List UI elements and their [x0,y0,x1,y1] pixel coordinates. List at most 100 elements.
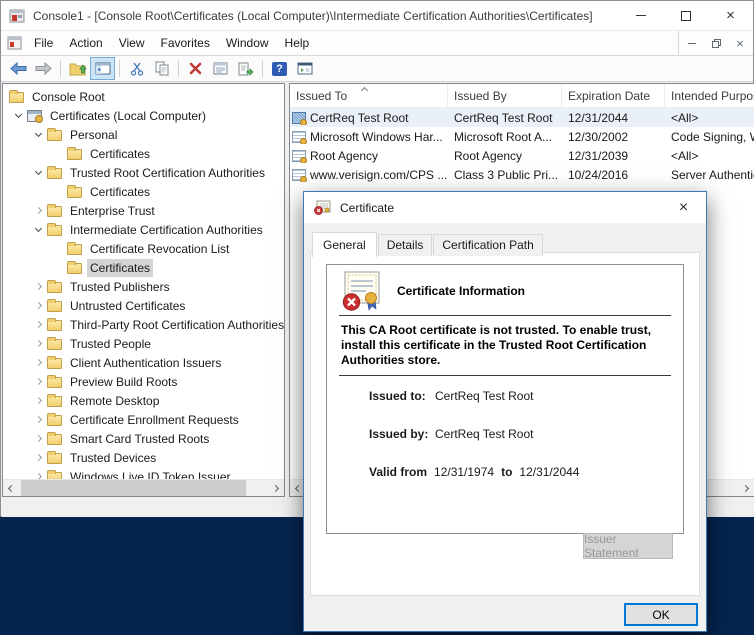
show-hide-console-tree-icon [95,62,111,75]
maximize-button[interactable] [663,1,708,30]
tree-item[interactable]: Certificates [3,258,284,277]
certificate-error-icon [314,200,331,215]
scroll-right-arrow[interactable] [737,480,754,497]
chevron-down-icon[interactable] [29,125,47,144]
child-restore-button[interactable] [709,36,723,50]
tab-general[interactable]: General [312,232,377,257]
chevron-right-icon[interactable] [29,315,47,334]
chevron-right-icon[interactable] [29,334,47,353]
menu-window[interactable]: Window [218,32,277,54]
scroll-thumb[interactable] [21,480,246,496]
chevron-down-icon[interactable] [29,163,47,182]
chevron-right-icon[interactable] [29,372,47,391]
export-list-button[interactable] [233,57,258,80]
expander-spacer [49,144,67,163]
tree-item-label: Trusted Devices [67,449,159,467]
dialog-close-icon: × [679,199,688,217]
up-one-level-button[interactable] [65,57,90,80]
tree-item[interactable]: Client Authentication Issuers [3,353,284,372]
certificate-error-large-icon [339,270,383,312]
tree-item-label: Remote Desktop [67,392,162,410]
forward-button[interactable] [31,57,56,80]
issued-to-cell: Microsoft Windows Har... [290,130,448,144]
dialog-close-button[interactable]: × [661,192,706,223]
menu-view[interactable]: View [111,32,153,54]
cut-icon [130,62,144,76]
tree-item[interactable]: Personal [3,125,284,144]
certificate-row[interactable]: Microsoft Windows Har...Microsoft Root A… [290,127,754,146]
tree-item[interactable]: Certificates [3,182,284,201]
help-icon: ? [272,62,287,76]
menu-action[interactable]: Action [61,32,110,54]
chevron-right-icon[interactable] [29,277,47,296]
chevron-right-icon[interactable] [29,429,47,448]
chevron-right-icon[interactable] [29,391,47,410]
help-button[interactable]: ? [267,57,292,80]
scroll-left-arrow[interactable] [3,480,20,497]
child-close-button[interactable]: × [733,36,747,50]
tree-item[interactable]: Certificates (Local Computer) [3,106,284,125]
window-title: Console1 - [Console Root\Certificates (L… [33,9,593,23]
issuer-statement-button[interactable]: Issuer Statement [583,533,673,559]
column-header-expiration-date[interactable]: Expiration Date [562,84,665,107]
chevron-down-icon[interactable] [29,220,47,239]
menu-favorites[interactable]: Favorites [153,32,218,54]
tree-item[interactable]: Preview Build Roots [3,372,284,391]
console-document-icon [7,36,22,51]
tree-item[interactable]: Remote Desktop [3,391,284,410]
tree-item[interactable]: Trusted People [3,334,284,353]
chevron-right-icon[interactable] [29,448,47,467]
tree-item[interactable]: Intermediate Certification Authorities [3,220,284,239]
menu-help[interactable]: Help [277,32,318,54]
folder-icon [47,301,62,312]
show-hide-console-tree-button[interactable] [90,57,115,80]
tab-certification-path[interactable]: Certification Path [433,234,542,256]
folder-icon [67,263,82,274]
certificate-row[interactable]: www.verisign.com/CPS ...Class 3 Public P… [290,165,754,184]
tree-item[interactable]: Trusted Devices [3,448,284,467]
issued-to-text: Microsoft Windows Har... [310,130,443,144]
properties-button[interactable] [208,57,233,80]
chevron-right-icon[interactable] [29,353,47,372]
tree-item-label: Trusted Publishers [67,278,173,296]
tree-item[interactable]: Certificate Revocation List [3,239,284,258]
column-header-issued-to[interactable]: Issued To [290,84,448,107]
folder-icon [47,453,62,464]
minimize-button[interactable] [618,1,663,30]
column-header-intended-purposes[interactable]: Intended Purposes [665,84,754,107]
tree-item-label: Client Authentication Issuers [67,354,224,372]
delete-button[interactable] [183,57,208,80]
scroll-right-arrow[interactable] [267,480,284,497]
column-header-issued-by[interactable]: Issued By [448,84,562,107]
tab-details[interactable]: Details [378,234,433,256]
tree-item[interactable]: Certificates [3,144,284,163]
child-minimize-button[interactable] [685,36,699,50]
folder-icon [47,320,62,331]
cut-button[interactable] [124,57,149,80]
tree-item[interactable]: Third-Party Root Certification Authoriti… [3,315,284,334]
tree-item[interactable]: Smart Card Trusted Roots [3,429,284,448]
toolbar-separator [262,60,263,77]
new-window-button[interactable] [292,57,317,80]
tree-item[interactable]: Certificate Enrollment Requests [3,410,284,429]
chevron-right-icon[interactable] [29,410,47,429]
tree-item-label: Intermediate Certification Authorities [67,221,266,239]
scroll-track[interactable] [20,480,267,496]
chevron-right-icon[interactable] [29,201,47,220]
copy-button[interactable] [149,57,174,80]
back-button[interactable] [6,57,31,80]
tree-item[interactable]: Trusted Root Certification Authorities [3,163,284,182]
tree-horizontal-scrollbar[interactable] [3,479,284,496]
certificate-row[interactable]: Root AgencyRoot Agency12/31/2039<All> [290,146,754,165]
chevron-down-icon[interactable] [9,106,27,125]
certificate-row[interactable]: CertReq Test RootCertReq Test Root12/31/… [290,108,754,127]
tree-item[interactable]: Trusted Publishers [3,277,284,296]
tree-item[interactable]: Console Root [3,87,284,106]
close-button[interactable]: × [708,1,753,30]
tree-item[interactable]: Untrusted Certificates [3,296,284,315]
chevron-right-icon[interactable] [29,296,47,315]
menu-file[interactable]: File [26,32,61,54]
toolbar-separator [178,60,179,77]
ok-button[interactable]: OK [624,603,698,626]
tree-item[interactable]: Enterprise Trust [3,201,284,220]
